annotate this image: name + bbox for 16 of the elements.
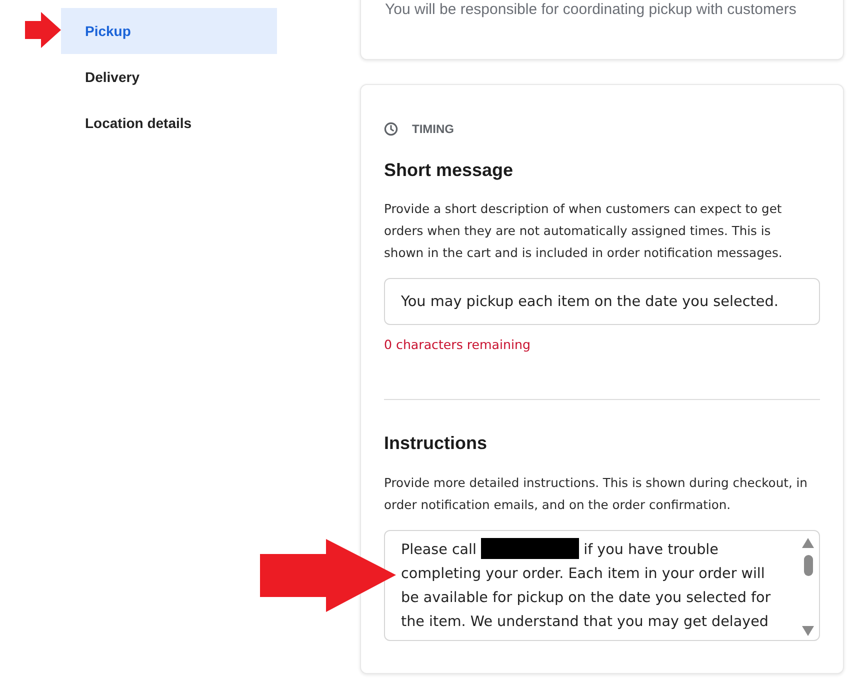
sidebar-item[interactable]: Delivery — [61, 54, 277, 100]
field-description: Provide a short description of when customers can expect to get orders when they are not automatically assigned times. This is shown in the cart and is included in order notification messages. — [384, 201, 784, 262]
clock-icon — [384, 122, 398, 136]
sidebar-item[interactable]: Pickup — [61, 8, 277, 54]
short-message-input[interactable]: You may pickup each item on the date you selected. — [384, 278, 820, 325]
scroll-up-icon[interactable] — [802, 538, 814, 548]
section-label: TIMING — [412, 122, 454, 136]
scroll-down-icon[interactable] — [802, 626, 814, 636]
scrollbar-thumb[interactable] — [804, 555, 812, 576]
annotation-arrow — [25, 12, 61, 48]
section-heading: Short message — [384, 159, 514, 182]
sidebar-item[interactable]: Location details — [61, 100, 277, 146]
character-counter: 0 characters remaining — [384, 336, 530, 354]
field-description: Provide more detailed instructions. This is shown during checkout, in order notification emails, and on the order confirmation. — [384, 475, 808, 514]
section-heading: Instructions — [384, 432, 488, 455]
card-note: You will be responsible for coordinating pickup with customers — [385, 1, 798, 18]
